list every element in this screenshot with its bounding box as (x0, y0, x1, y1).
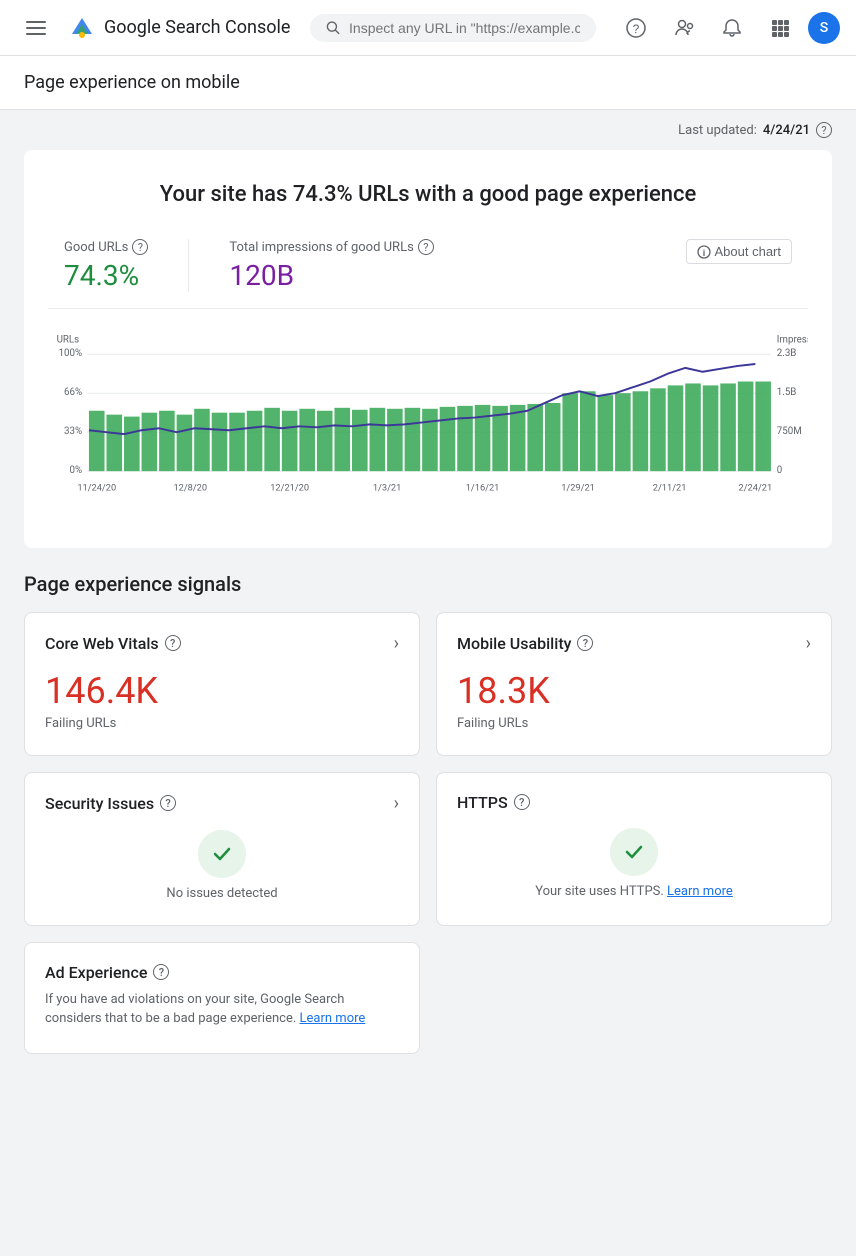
svg-text:33%: 33% (64, 426, 82, 437)
core-web-vitals-card: Core Web Vitals ? › 146.4K Failing URLs (24, 612, 420, 756)
page-title: Page experience on mobile (24, 72, 832, 93)
last-updated-bar: Last updated: 4/24/21 ? (24, 110, 832, 150)
svg-text:1/16/21: 1/16/21 (466, 483, 500, 494)
svg-text:66%: 66% (64, 387, 82, 398)
last-updated-label: Last updated: (678, 123, 757, 138)
svg-text:12/21/20: 12/21/20 (270, 483, 309, 494)
ad-experience-help-icon[interactable]: ? (153, 964, 169, 980)
ad-experience-learn-more-link[interactable]: Learn more (300, 1011, 366, 1026)
ad-experience-empty (436, 942, 832, 1054)
ad-experience-description: If you have ad violations on your site, … (45, 990, 399, 1029)
security-issues-check-circle (198, 830, 246, 878)
security-issues-title: Security Issues ? (45, 794, 176, 813)
security-issues-card: Security Issues ? › No issues detected (24, 772, 420, 926)
header: Google Search Console ? (0, 0, 856, 56)
https-check-icon (622, 840, 646, 864)
signals-grid: Core Web Vitals ? › 146.4K Failing URLs … (24, 612, 832, 926)
svg-text:12/8/20: 12/8/20 (173, 483, 207, 494)
core-web-vitals-metric: 146.4K (45, 670, 399, 712)
notifications-button[interactable] (712, 8, 752, 48)
core-web-vitals-metric-label: Failing URLs (45, 716, 399, 731)
impressions-stat: Total impressions of good URLs ? 120B (229, 239, 433, 292)
help-button[interactable]: ? (616, 8, 656, 48)
good-urls-stat: Good URLs ? 74.3% (64, 239, 148, 292)
hero-card: Your site has 74.3% URLs with a good pag… (24, 150, 832, 548)
header-icons: ? (616, 8, 840, 48)
core-web-vitals-help-icon[interactable]: ? (165, 635, 181, 651)
svg-text:0%: 0% (70, 465, 83, 476)
impressions-label: Total impressions of good URLs ? (229, 239, 433, 255)
mobile-usability-header: Mobile Usability ? › (457, 633, 811, 654)
https-header: HTTPS ? (457, 793, 811, 812)
https-check-circle (610, 828, 658, 876)
about-chart-button[interactable]: i About chart (686, 239, 793, 264)
https-help-icon[interactable]: ? (514, 794, 530, 810)
search-bar[interactable] (310, 14, 596, 42)
mobile-usability-card: Mobile Usability ? › 18.3K Failing URLs (436, 612, 832, 756)
svg-text:i: i (702, 248, 705, 258)
security-check-icon (210, 842, 234, 866)
good-urls-label: Good URLs ? (64, 239, 148, 255)
mobile-usability-metric: 18.3K (457, 670, 811, 712)
core-web-vitals-header: Core Web Vitals ? › (45, 633, 399, 654)
svg-text:750M: 750M (777, 426, 802, 437)
ad-experience-header: Ad Experience ? (45, 963, 399, 982)
last-updated-date: 4/24/21 (763, 123, 810, 138)
core-web-vitals-title: Core Web Vitals ? (45, 634, 181, 653)
https-status: Your site uses HTTPS. Learn more (457, 884, 811, 899)
mobile-usability-help-icon[interactable]: ? (577, 635, 593, 651)
good-urls-value: 74.3% (64, 259, 148, 292)
app-logo: Google Search Console (68, 14, 290, 42)
chart-container: URLs 100% 66% 33% 0% Impressions 2.3B 1.… (48, 309, 808, 548)
mobile-usability-title: Mobile Usability ? (457, 634, 593, 653)
search-input[interactable] (349, 20, 580, 36)
svg-text:1/3/21: 1/3/21 (373, 483, 401, 494)
svg-text:2.3B: 2.3B (777, 348, 797, 359)
security-issues-link-icon[interactable]: › (394, 793, 399, 814)
main-content: Last updated: 4/24/21 ? Your site has 74… (0, 110, 856, 1086)
signals-section-title: Page experience signals (24, 572, 832, 596)
svg-text:11/24/20: 11/24/20 (77, 483, 116, 494)
ad-experience-card: Ad Experience ? If you have ad violation… (24, 942, 420, 1054)
svg-text:1/29/21: 1/29/21 (561, 483, 595, 494)
mobile-usability-link-icon[interactable]: › (806, 633, 811, 654)
impressions-value: 120B (229, 259, 433, 292)
security-issues-header: Security Issues ? › (45, 793, 399, 814)
menu-button[interactable] (16, 8, 56, 48)
https-learn-more-link[interactable]: Learn more (667, 884, 733, 899)
svg-text:100%: 100% (59, 348, 83, 359)
https-card: HTTPS ? Your site uses HTTPS. Learn more (436, 772, 832, 926)
svg-text:0: 0 (777, 465, 782, 476)
security-issues-help-icon[interactable]: ? (160, 795, 176, 811)
page-title-bar: Page experience on mobile (0, 56, 856, 110)
svg-text:2/11/21: 2/11/21 (653, 483, 687, 494)
svg-text:Impressions: Impressions (777, 335, 808, 346)
manage-users-button[interactable] (664, 8, 704, 48)
hero-title: Your site has 74.3% URLs with a good pag… (48, 182, 808, 207)
good-urls-help-icon[interactable]: ? (132, 239, 148, 255)
info-icon: i (697, 245, 711, 259)
search-icon (326, 20, 341, 36)
impressions-help-icon[interactable]: ? (418, 239, 434, 255)
core-web-vitals-link-icon[interactable]: › (394, 633, 399, 654)
app-name: Google Search Console (104, 17, 290, 38)
ad-experience-title: Ad Experience ? (45, 963, 169, 982)
mobile-usability-metric-label: Failing URLs (457, 716, 811, 731)
avatar[interactable]: S (808, 12, 840, 44)
security-issues-status: No issues detected (45, 886, 399, 901)
stats-divider (188, 239, 189, 292)
https-title: HTTPS ? (457, 793, 530, 812)
chart-svg: URLs 100% 66% 33% 0% Impressions 2.3B 1.… (48, 325, 808, 520)
svg-text:1.5B: 1.5B (777, 387, 797, 398)
last-updated-help-icon[interactable]: ? (816, 122, 832, 138)
svg-text:URLs: URLs (57, 335, 80, 346)
apps-button[interactable] (760, 8, 800, 48)
ad-experience-row: Ad Experience ? If you have ad violation… (24, 942, 832, 1054)
svg-text:2/24/21: 2/24/21 (739, 483, 773, 494)
svg-text:?: ? (633, 22, 640, 36)
stats-row: Good URLs ? 74.3% Total impressions of g… (48, 239, 808, 309)
